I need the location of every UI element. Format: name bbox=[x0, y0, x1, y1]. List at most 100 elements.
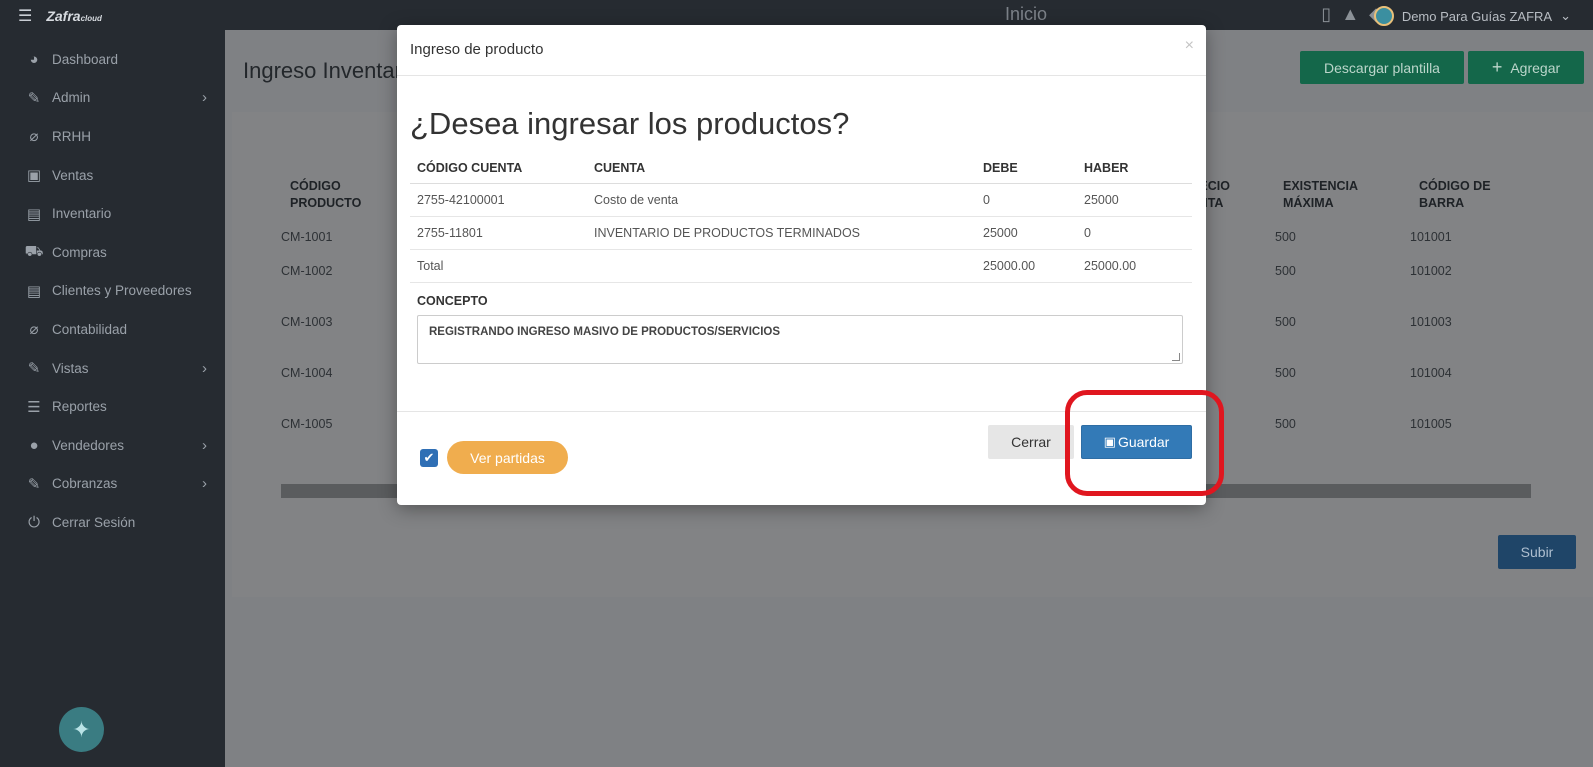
sidebar-item-label: Ventas bbox=[52, 167, 94, 183]
sidebar-item-label: Dashboard bbox=[52, 51, 119, 67]
sidebar-item-clientes[interactable]: ▤ Clientes y Proveedores bbox=[0, 272, 225, 311]
edit-icon: ✎ bbox=[27, 360, 41, 378]
sidebar-item-label: Cobranzas bbox=[52, 476, 118, 492]
sidebar-item-label: Inventario bbox=[52, 206, 112, 222]
concept-value: REGISTRANDO INGRESO MASIVO DE PRODUCTOS/… bbox=[429, 326, 781, 338]
sidebar-item-label: Reportes bbox=[52, 399, 107, 415]
table-cell: 101004 bbox=[1410, 366, 1452, 380]
chevron-down-icon: ⌄ bbox=[1560, 8, 1571, 23]
table-cell: 500 bbox=[1275, 230, 1296, 244]
total-label: Total bbox=[410, 249, 587, 283]
cart-icon: ⛟ bbox=[24, 242, 44, 260]
table-cell: 500 bbox=[1275, 417, 1296, 431]
mobile-icon[interactable]: ▯ bbox=[1321, 4, 1331, 25]
upload-button[interactable]: Subir bbox=[1498, 535, 1576, 569]
list-icon: ☰ bbox=[27, 398, 41, 416]
table-cell: CM-1005 bbox=[281, 417, 333, 431]
table-row: 2755-11801 INVENTARIO DE PRODUCTOS TERMI… bbox=[410, 216, 1192, 250]
logo[interactable]: Zafracloud bbox=[46, 8, 102, 24]
sidebar-item-label: Cerrar Sesión bbox=[52, 514, 136, 530]
accounting-entries-table: CÓDIGO CUENTA CUENTA DEBE HABER 2755-421… bbox=[410, 153, 1192, 283]
table-cell: CM-1004 bbox=[281, 366, 333, 380]
guardar-highlight-annotation bbox=[1065, 390, 1224, 496]
wrench-icon: ✎ bbox=[27, 89, 41, 107]
book-icon: ▤ bbox=[26, 282, 42, 300]
column-header-barra: CÓDIGO DE BARRA bbox=[1419, 179, 1491, 210]
sidebar-nav: ◕ Dashboard ✎ Admin › ⌀ RRHH ▣ Ventas ▤ Invent… bbox=[0, 40, 225, 542]
cerrar-button[interactable]: Cerrar bbox=[988, 425, 1074, 459]
table-cell: CM-1003 bbox=[281, 315, 333, 329]
sidebar-item-contabilidad[interactable]: ⌀ Contabilidad bbox=[0, 310, 225, 349]
resize-handle-icon[interactable] bbox=[1172, 353, 1180, 361]
power-icon: ⏻ bbox=[28, 513, 40, 531]
sidebar-item-label: Compras bbox=[52, 244, 107, 260]
add-button[interactable]: + Agregar bbox=[1468, 51, 1584, 84]
paperclip-icon: ⌀ bbox=[29, 128, 39, 146]
total-row: Total 25000.00 25000.00 bbox=[410, 249, 1192, 283]
logo-text: Zafra bbox=[46, 8, 81, 24]
table-cell: Costo de venta bbox=[587, 183, 976, 217]
sidebar-item-label: RRHH bbox=[52, 128, 91, 144]
book-icon: ▤ bbox=[26, 205, 42, 223]
download-template-button[interactable]: Descargar plantilla bbox=[1300, 51, 1464, 84]
table-cell: 2755-42100001 bbox=[410, 183, 587, 217]
page-title: Ingreso Inventar bbox=[243, 58, 402, 83]
column-header: CUENTA bbox=[587, 153, 976, 184]
chevron-right-icon: › bbox=[202, 436, 207, 454]
sidebar-item-label: Admin bbox=[52, 90, 91, 106]
table-row: 2755-42100001 Costo de venta 0 25000 bbox=[410, 183, 1192, 217]
checkmark-icon: ✔ bbox=[423, 450, 435, 465]
sidebar-item-label: Vistas bbox=[52, 360, 89, 376]
sidebar-item-vendedores[interactable]: ● Vendedores › bbox=[0, 426, 225, 465]
close-icon[interactable]: × bbox=[1185, 37, 1194, 55]
sidebar-item-ventas[interactable]: ▣ Ventas bbox=[0, 156, 225, 195]
table-cell: CM-1001 bbox=[281, 230, 333, 244]
table-cell bbox=[587, 249, 976, 283]
table-cell: 0 bbox=[1077, 216, 1192, 250]
column-header: CÓDIGO CUENTA bbox=[410, 153, 587, 184]
column-header-existencia: EXISTENCIA MÁXIMA bbox=[1283, 179, 1359, 210]
sidebar-item-reportes[interactable]: ☰ Reportes bbox=[0, 387, 225, 426]
lightbulb-icon[interactable]: ✦ bbox=[59, 707, 104, 752]
column-header: HABER bbox=[1077, 153, 1192, 184]
table-cell: 101002 bbox=[1410, 264, 1452, 278]
table-cell: 500 bbox=[1275, 366, 1296, 380]
page-header-title: Inicio bbox=[1005, 4, 1048, 24]
sidebar-item-vistas[interactable]: ✎ Vistas › bbox=[0, 349, 225, 388]
table-cell: 101001 bbox=[1410, 230, 1452, 244]
sidebar-item-compras[interactable]: ⛟ Compras bbox=[0, 233, 225, 272]
modal-header: Ingreso de producto × bbox=[397, 25, 1206, 76]
sidebar-item-dashboard[interactable]: ◕ Dashboard bbox=[0, 40, 225, 79]
sidebar-item-admin[interactable]: ✎ Admin › bbox=[0, 79, 225, 118]
edit-icon: ✎ bbox=[27, 475, 41, 493]
sidebar-item-rrhh[interactable]: ⌀ RRHH bbox=[0, 117, 225, 156]
logo-suffix: cloud bbox=[80, 14, 102, 23]
avatar bbox=[1373, 6, 1394, 26]
user-menu[interactable]: Demo Para Guías ZAFRA ⌄ bbox=[1373, 6, 1571, 26]
paperclip-icon: ⌀ bbox=[29, 321, 39, 339]
add-button-label: Agregar bbox=[1510, 59, 1561, 76]
sidebar-item-cobranzas[interactable]: ✎ Cobranzas › bbox=[0, 465, 225, 504]
table-cell: 25000 bbox=[1077, 183, 1192, 217]
sidebar-item-cerrar-sesion[interactable]: ⏻ Cerrar Sesión bbox=[0, 503, 225, 542]
table-cell: 500 bbox=[1275, 264, 1296, 278]
chevron-right-icon: › bbox=[202, 89, 207, 107]
logo-row: ☰ Zafracloud bbox=[18, 6, 102, 26]
table-cell: 25000 bbox=[976, 216, 1077, 250]
sidebar-item-label: Contabilidad bbox=[52, 321, 128, 337]
user-icon: ● bbox=[29, 436, 39, 454]
table-cell: 0 bbox=[976, 183, 1077, 217]
table-cell: INVENTARIO DE PRODUCTOS TERMINADOS bbox=[587, 216, 976, 250]
column-header: DEBE bbox=[976, 153, 1077, 184]
ver-partidas-checkbox[interactable]: ✔ bbox=[420, 449, 438, 467]
money-icon: ▣ bbox=[26, 167, 42, 185]
chevron-right-icon: › bbox=[202, 359, 207, 377]
sidebar: ☰ Zafracloud ◕ Dashboard ✎ Admin › ⌀ RRHH ▣ V… bbox=[0, 0, 225, 767]
sidebar-item-inventario[interactable]: ▤ Inventario bbox=[0, 194, 225, 233]
hamburger-icon[interactable]: ☰ bbox=[18, 6, 32, 26]
ver-partidas-button[interactable]: Ver partidas bbox=[447, 441, 568, 474]
table-cell: 500 bbox=[1275, 315, 1296, 329]
concept-label: CONCEPTO bbox=[417, 294, 488, 308]
graduation-cap-icon[interactable]: ▲ bbox=[1341, 4, 1359, 25]
concept-textarea[interactable]: REGISTRANDO INGRESO MASIVO DE PRODUCTOS/… bbox=[417, 315, 1183, 364]
